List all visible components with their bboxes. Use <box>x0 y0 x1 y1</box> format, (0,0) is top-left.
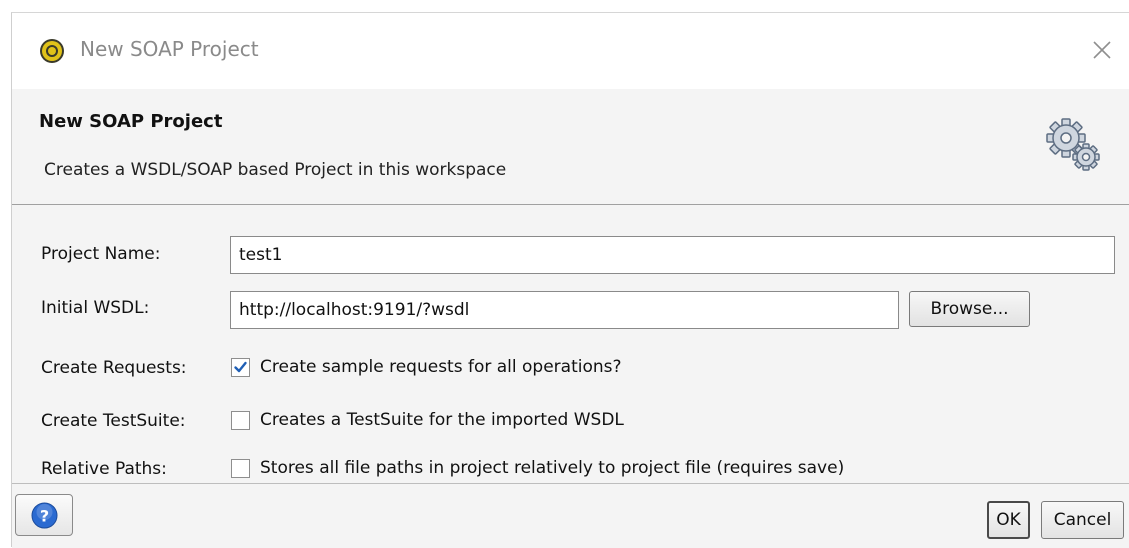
dialog-footer: ? OK Cancel <box>12 484 1129 548</box>
create-requests-checkbox[interactable] <box>231 358 250 377</box>
checkmark-icon <box>234 361 247 373</box>
title-bar: New SOAP Project <box>12 13 1129 89</box>
project-name-label: Project Name: <box>41 244 161 264</box>
create-testsuite-checkbox[interactable] <box>231 411 250 430</box>
close-icon[interactable] <box>1089 37 1115 63</box>
ok-button[interactable]: OK <box>987 501 1030 539</box>
initial-wsdl-input[interactable] <box>230 291 899 329</box>
help-button[interactable]: ? <box>15 494 73 536</box>
relative-paths-text: Stores all file paths in project relativ… <box>260 458 845 478</box>
project-name-input[interactable] <box>230 236 1115 274</box>
gear-icon <box>1046 118 1100 171</box>
dialog-header: New SOAP Project Creates a WSDL/SOAP bas… <box>12 89 1129 205</box>
svg-text:?: ? <box>40 507 49 526</box>
header-description: Creates a WSDL/SOAP based Project in thi… <box>44 160 507 180</box>
create-testsuite-label: Create TestSuite: <box>41 411 186 431</box>
help-icon: ? <box>31 502 58 529</box>
soapui-icon <box>40 39 64 63</box>
project-form: Project Name: Initial WSDL: Browse... Cr… <box>12 205 1129 484</box>
window-title: New SOAP Project <box>80 37 259 61</box>
initial-wsdl-label: Initial WSDL: <box>41 298 150 318</box>
create-testsuite-text: Creates a TestSuite for the imported WSD… <box>260 410 624 430</box>
relative-paths-label: Relative Paths: <box>41 459 167 479</box>
relative-paths-checkbox[interactable] <box>231 459 250 478</box>
new-soap-project-dialog: New SOAP Project New SOAP Project Create… <box>11 12 1129 548</box>
browse-button[interactable]: Browse... <box>909 291 1030 327</box>
header-title: New SOAP Project <box>39 111 223 132</box>
create-requests-label: Create Requests: <box>41 358 187 378</box>
cancel-button[interactable]: Cancel <box>1041 501 1124 539</box>
create-requests-text: Create sample requests for all operation… <box>260 357 622 377</box>
